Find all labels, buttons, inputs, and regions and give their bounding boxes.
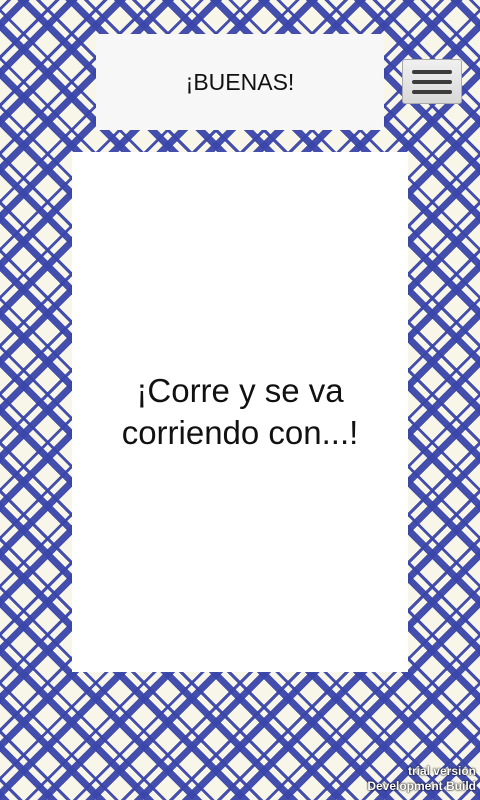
phrase-card[interactable]: ¡Corre y se va corriendo con...! <box>72 152 408 672</box>
build-watermark: trial version Development Build <box>367 764 476 794</box>
hamburger-menu-icon-bar-2 <box>412 79 452 84</box>
menu-button[interactable] <box>402 59 462 104</box>
header-panel: ¡BUENAS! <box>96 34 384 130</box>
watermark-line-trial: trial version <box>407 764 476 778</box>
phrase-text: ¡Corre y se va corriendo con...! <box>121 372 359 451</box>
watermark-line-build: Development Build <box>367 779 476 793</box>
hamburger-menu-icon <box>412 69 452 74</box>
hamburger-menu-icon-bar-3 <box>412 89 452 94</box>
header-title: ¡BUENAS! <box>185 68 295 95</box>
